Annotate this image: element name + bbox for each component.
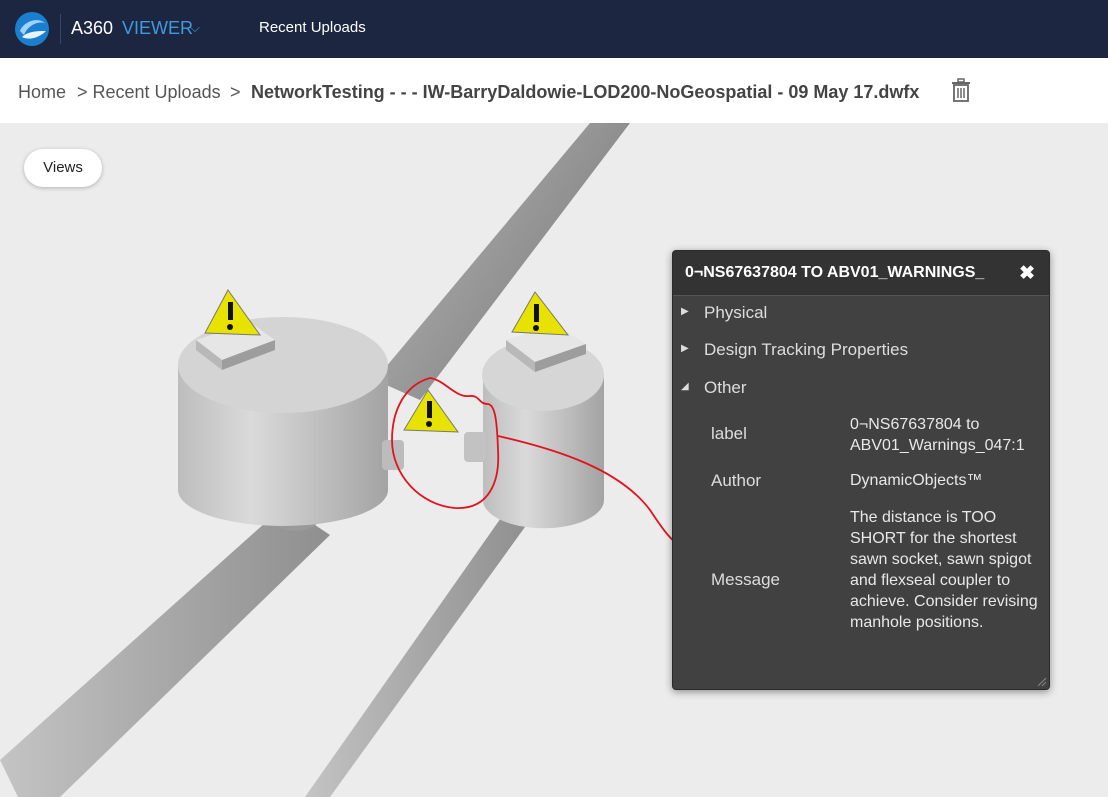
section-label: Other [704, 378, 747, 397]
close-icon[interactable]: ✖ [1019, 262, 1035, 285]
chevron-down-icon[interactable]: ⌵ [190, 20, 200, 36]
outlet-pipe-left[interactable] [0, 505, 330, 797]
caret-right-icon: ▶ [681, 306, 689, 317]
trash-icon[interactable] [950, 78, 972, 102]
pipe-stub-right [464, 432, 486, 462]
properties-panel-header[interactable]: 0¬NS67637804 TO ABV01_WARNINGS_ ✖ [673, 251, 1049, 296]
resize-handle-icon[interactable] [1038, 678, 1046, 686]
breadcrumb-recent-uploads[interactable]: > Recent Uploads [77, 82, 221, 103]
property-name-message: Message [711, 570, 780, 589]
section-label: Design Tracking Properties [704, 340, 909, 359]
outlet-pipe-right[interactable] [305, 505, 530, 797]
section-design-tracking[interactable]: ▶ Design Tracking Properties [673, 335, 1049, 365]
breadcrumb-home[interactable]: Home [18, 82, 66, 103]
top-bar: A360 VIEWER ⌵ Recent Uploads [0, 0, 1108, 58]
property-name-label: label [711, 424, 747, 443]
views-button[interactable]: Views [24, 149, 102, 187]
breadcrumb: Home > Recent Uploads > NetworkTesting -… [0, 58, 1108, 124]
section-other[interactable]: ◢ Other [673, 373, 1049, 403]
property-value-label: 0¬NS67637804 to ABV01_Warnings_047:1 [850, 416, 1025, 454]
warning-icon[interactable] [204, 289, 261, 336]
breadcrumb-current-file: NetworkTesting - - - IW-BarryDaldowie-LO… [251, 82, 920, 102]
app-mode[interactable]: VIEWER [122, 18, 193, 39]
section-physical[interactable]: ▶ Physical [673, 298, 1049, 328]
breadcrumb-separator: > [230, 82, 241, 102]
caret-right-icon: ▶ [681, 343, 689, 354]
panel-title: 0¬NS67637804 TO ABV01_WARNINGS_ [685, 264, 985, 281]
nav-recent-uploads[interactable]: Recent Uploads [259, 19, 366, 36]
caret-down-icon: ◢ [681, 381, 689, 392]
app-name[interactable]: A360 [71, 18, 113, 39]
topbar-divider [60, 14, 61, 44]
property-name-author: Author [711, 471, 762, 490]
property-value-message: The distance is TOO SHORT for the shorte… [850, 509, 1038, 631]
warning-icon[interactable] [511, 291, 570, 336]
section-label: Physical [704, 303, 768, 322]
properties-panel[interactable]: 0¬NS67637804 TO ABV01_WARNINGS_ ✖ ▶ Phys… [672, 250, 1050, 690]
property-value-author: DynamicObjects™ [850, 472, 983, 489]
a360-logo-icon[interactable] [14, 11, 50, 47]
